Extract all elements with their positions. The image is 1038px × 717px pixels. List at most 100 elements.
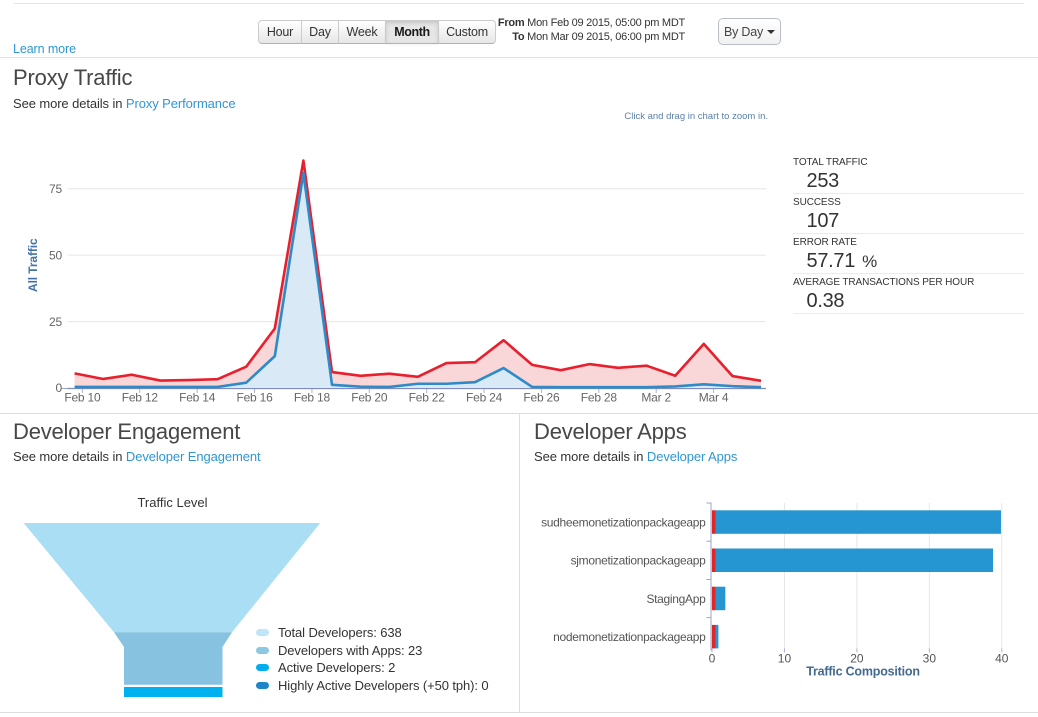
proxy-traffic-title: Proxy Traffic bbox=[13, 65, 133, 90]
bar-success-StagingApp[interactable] bbox=[715, 586, 726, 611]
developer-engagement-subtitle-text: See more details in bbox=[13, 449, 126, 464]
bar-success-sjmonetizationpackageapp[interactable] bbox=[715, 548, 994, 573]
range-button-month[interactable]: Month bbox=[385, 19, 439, 44]
bar-error-StagingApp[interactable] bbox=[711, 586, 716, 611]
x-tick-label-40: 40 bbox=[995, 652, 1009, 666]
stat-value: 57.71% bbox=[806, 249, 878, 272]
y-tick-label-75: 75 bbox=[49, 182, 62, 196]
funnel-segment-active-developers[interactable] bbox=[124, 687, 223, 697]
legend-label: Active Developers: 2 bbox=[278, 660, 396, 675]
stat-label: TOTAL TRAFFIC bbox=[793, 157, 868, 168]
funnel-legend: Total Developers: 638 Developers with App… bbox=[256, 624, 489, 694]
zoom-hint: Click and drag in chart to zoom in. bbox=[624, 111, 768, 122]
y-tick-label-0: 0 bbox=[56, 381, 63, 395]
category-label-sudheemonetizationpackageapp: sudheemonetizationpackageapp bbox=[541, 515, 706, 529]
x-tick-label: Feb 24 bbox=[466, 391, 503, 405]
range-button-week[interactable]: Week bbox=[338, 19, 386, 44]
legend-swatch-icon bbox=[256, 646, 269, 654]
bottom-divider bbox=[0, 712, 1038, 713]
date-to-value: Mon Mar 09 2015, 06:00 pm MDT bbox=[524, 30, 685, 43]
date-to: To Mon Mar 09 2015, 06:00 pm MDT bbox=[498, 31, 685, 45]
y-tick-label-50: 50 bbox=[49, 248, 62, 262]
stat-label: SUCCESS bbox=[793, 197, 841, 208]
group-by-label: By Day bbox=[723, 24, 764, 39]
developer-apps-chart[interactable]: 0 10 20 30 40 sudheemonetizationpackageapp sjm… bbox=[520, 495, 1038, 695]
x-axis-title: Traffic Composition bbox=[806, 665, 920, 679]
legend-item: Active Developers: 2 bbox=[256, 659, 489, 677]
legend-item: Highly Active Developers (+50 tph): 0 bbox=[256, 677, 489, 695]
stat-label: AVERAGE TRANSACTIONS PER HOUR bbox=[793, 277, 975, 288]
developer-engagement-subtitle: See more details in Developer Engagement bbox=[13, 450, 261, 464]
x-tick-label: Feb 20 bbox=[351, 391, 388, 405]
x-tick-label: Feb 18 bbox=[294, 391, 331, 405]
date-from: From Mon Feb 09 2015, 05:00 pm MDT bbox=[498, 17, 685, 31]
series-line-success[interactable] bbox=[74, 171, 762, 389]
x-tick-label-0: 0 bbox=[709, 652, 716, 666]
funnel-title: Traffic Level bbox=[137, 495, 208, 510]
legend-item: Developers with Apps: 23 bbox=[256, 642, 489, 660]
range-button-custom[interactable]: Custom bbox=[438, 19, 496, 44]
category-label-StagingApp: StagingApp bbox=[646, 592, 706, 606]
proxy-performance-link[interactable]: Proxy Performance bbox=[126, 96, 236, 111]
area-fill-total-traffic bbox=[74, 160, 762, 388]
x-tick-label-10: 10 bbox=[778, 652, 792, 666]
developer-engagement-link[interactable]: Developer Engagement bbox=[126, 449, 261, 464]
stat-row: ERROR RATE 57.71% bbox=[793, 234, 1024, 274]
bar-error-sudheemonetizationpackageapp[interactable] bbox=[711, 510, 716, 534]
bar-success-sudheemonetizationpackageapp[interactable] bbox=[715, 510, 1001, 534]
x-tick-label: Feb 10 bbox=[64, 391, 101, 405]
range-button-group: Hour Day Week Month Custom bbox=[258, 19, 496, 44]
stat-row: TOTAL TRAFFIC 253 bbox=[793, 154, 1024, 194]
proxy-traffic-chart[interactable]: 0 25 50 75 Feb 10 Feb 12 Feb 14 Feb 16 Feb 18 Feb… bbox=[0, 140, 790, 412]
stat-value: 107 bbox=[806, 209, 840, 232]
legend-label: Developers with Apps: 23 bbox=[278, 642, 423, 658]
stat-label: ERROR RATE bbox=[793, 237, 857, 248]
funnel-segment-total-developers[interactable] bbox=[23, 523, 321, 633]
x-tick-label: Mar 4 bbox=[699, 391, 729, 405]
bar-success-nodemonetizationpackageapp[interactable] bbox=[715, 624, 719, 649]
developer-engagement-title: Developer Engagement bbox=[13, 418, 241, 444]
legend-label: Total Developers: 638 bbox=[278, 625, 402, 640]
developer-apps-link[interactable]: Developer Apps bbox=[647, 449, 737, 464]
stat-value: 0.38 bbox=[806, 289, 845, 312]
developer-apps-subtitle-text: See more details in bbox=[534, 449, 647, 464]
group-by-dropdown[interactable]: By Day bbox=[718, 18, 781, 45]
stat-row: SUCCESS 107 bbox=[793, 194, 1024, 234]
legend-swatch-icon bbox=[256, 629, 269, 637]
area-fill-success bbox=[74, 173, 762, 388]
date-from-value: Mon Feb 09 2015, 05:00 pm MDT bbox=[524, 17, 685, 29]
x-tick-label-20: 20 bbox=[850, 652, 864, 666]
stat-value: 253 bbox=[806, 169, 840, 192]
x-tick-label: Feb 28 bbox=[581, 391, 618, 405]
funnel-segment-developers-with-apps[interactable] bbox=[114, 632, 232, 685]
bar-error-sjmonetizationpackageapp[interactable] bbox=[711, 548, 716, 573]
toolbar-divider bbox=[0, 57, 1038, 58]
date-to-label: To bbox=[512, 30, 525, 43]
range-button-day[interactable]: Day bbox=[301, 19, 339, 44]
date-range-text: From Mon Feb 09 2015, 05:00 pm MDT To Mo… bbox=[498, 17, 685, 44]
top-divider bbox=[14, 3, 1024, 4]
x-tick-label: Feb 12 bbox=[122, 391, 159, 405]
legend-swatch-icon bbox=[256, 664, 269, 672]
learn-more-link[interactable]: Learn more bbox=[13, 42, 76, 56]
x-tick-label: Feb 26 bbox=[523, 391, 560, 405]
developer-apps-subtitle: See more details in Developer Apps bbox=[534, 450, 737, 464]
x-tick-label-30: 30 bbox=[923, 652, 937, 666]
stat-row: AVERAGE TRANSACTIONS PER HOUR 0.38 bbox=[793, 274, 1024, 314]
bar-error-nodemonetizationpackageapp[interactable] bbox=[711, 624, 716, 649]
category-label-nodemonetizationpackageapp: nodemonetizationpackageapp bbox=[553, 630, 706, 644]
x-tick-label: Feb 16 bbox=[236, 391, 273, 405]
proxy-traffic-subtitle: See more details in Proxy Performance bbox=[13, 96, 236, 111]
chevron-down-icon bbox=[767, 30, 776, 34]
category-label-sjmonetizationpackageapp: sjmonetizationpackageapp bbox=[571, 554, 707, 568]
x-tick-label: Feb 14 bbox=[179, 391, 216, 405]
series-line-total-traffic[interactable] bbox=[74, 159, 762, 383]
range-button-hour[interactable]: Hour bbox=[258, 19, 302, 44]
legend-swatch-icon bbox=[256, 681, 269, 689]
date-from-label: From bbox=[497, 17, 525, 29]
x-tick-label: Feb 22 bbox=[409, 391, 446, 405]
analytics-dashboard: Learn more Hour Day Week Month Custom From M… bbox=[0, 0, 1038, 717]
legend-label: Highly Active Developers (+50 tph): 0 bbox=[278, 677, 489, 693]
legend-item: Total Developers: 638 bbox=[256, 624, 489, 642]
traffic-stats-panel: TOTAL TRAFFIC 253 SUCCESS 107 ERROR RATE 57.7… bbox=[793, 154, 1024, 314]
